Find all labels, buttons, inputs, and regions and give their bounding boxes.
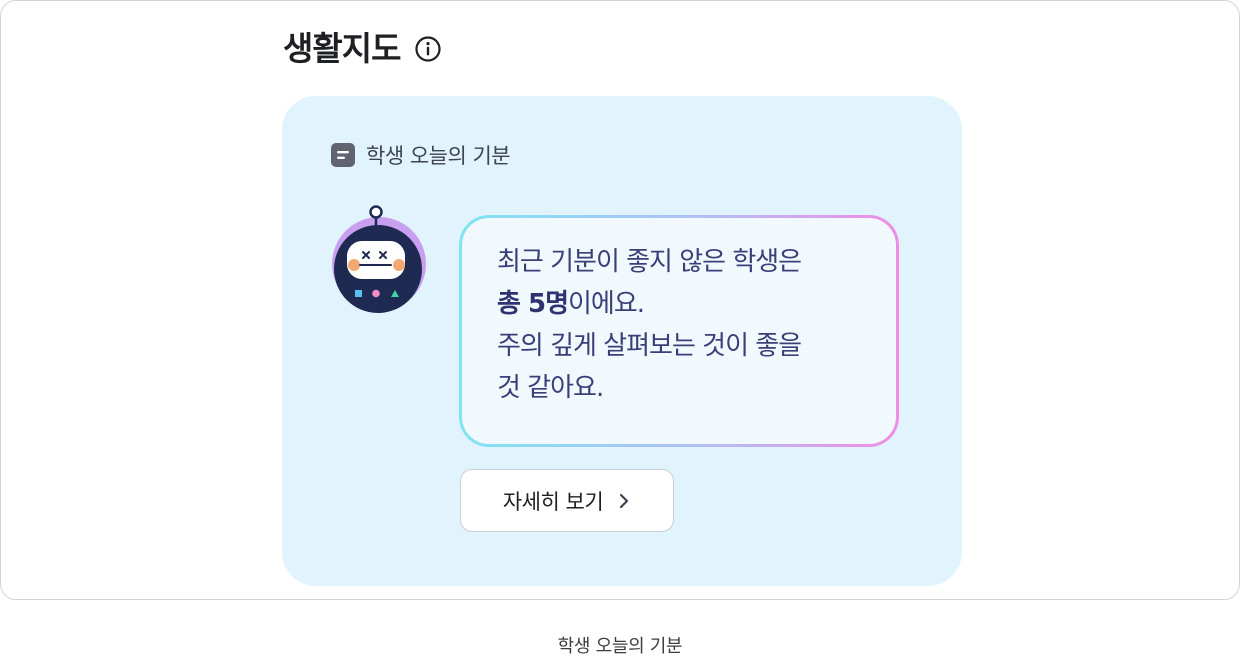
chevron-right-icon [620, 493, 629, 508]
card-list-icon [331, 143, 355, 167]
figure-caption: 학생 오늘의 기분 [557, 636, 683, 657]
title-row: 생활지도 [283, 27, 442, 71]
message-line-4: 것 같아요. [497, 373, 604, 403]
info-circle-icon[interactable] [414, 35, 442, 63]
mood-card: 학생 오늘의 기분 최근 기분이 좋지 않은 학생은 총 5명이에요. 주의 깊… [282, 96, 962, 586]
view-details-button[interactable]: 자세히 보기 [460, 469, 674, 532]
view-details-label: 자세히 보기 [502, 489, 604, 514]
robot-face-icon [332, 205, 426, 313]
content-frame: 생활지도 학생 오늘의 기분 최근 기분이 좋지 않은 학생은 총 5명이에요.… [0, 0, 1240, 600]
page-title: 생활지도 [283, 29, 401, 68]
message-line-3: 주의 깊게 살펴보는 것이 좋을 [497, 331, 802, 361]
message-text: 최근 기분이 좋지 않은 학생은 총 5명이에요. 주의 깊게 살펴보는 것이 … [462, 218, 896, 444]
card-header: 학생 오늘의 기분 [330, 140, 511, 170]
message-bubble: 최근 기분이 좋지 않은 학생은 총 5명이에요. 주의 깊게 살펴보는 것이 … [459, 215, 899, 447]
student-count-highlight: 총 5명 [497, 289, 569, 319]
card-header-label: 학생 오늘의 기분 [366, 144, 511, 168]
message-line-2-rest: 이에요. [567, 289, 645, 319]
message-line-2: 총 5명이에요. [497, 283, 896, 325]
message-line-1: 최근 기분이 좋지 않은 학생은 [497, 247, 802, 277]
